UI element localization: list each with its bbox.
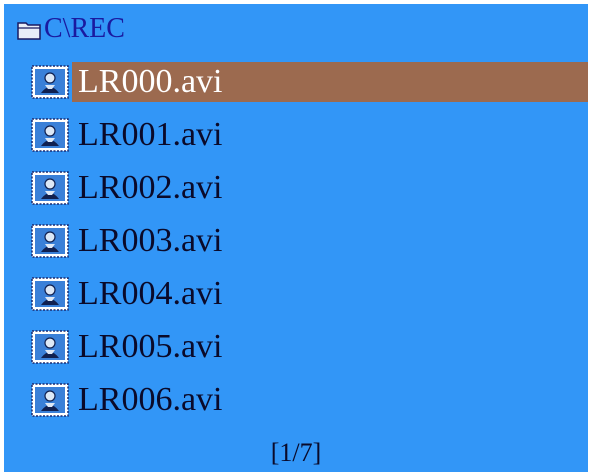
video-file-icon xyxy=(31,171,69,205)
video-file-icon xyxy=(31,383,69,417)
file-name: LR004.avi xyxy=(78,275,223,312)
file-browser-screen: C\REC LR000.avi LR001.avi LR002.avi LR00… xyxy=(4,4,588,472)
file-name: LR003.avi xyxy=(78,222,223,259)
video-file-icon xyxy=(31,277,69,311)
video-file-icon xyxy=(31,224,69,258)
current-path: C\REC xyxy=(44,13,125,44)
page-indicator: [1/7] xyxy=(270,438,322,467)
path-header: C\REC xyxy=(4,4,588,54)
video-file-icon xyxy=(31,330,69,364)
file-row[interactable]: LR000.avi xyxy=(4,60,588,106)
video-file-icon xyxy=(31,118,69,152)
file-name: LR006.avi xyxy=(78,381,223,418)
file-row[interactable]: LR005.avi xyxy=(4,325,588,371)
file-row[interactable]: LR001.avi xyxy=(4,113,588,159)
file-row[interactable]: LR004.avi xyxy=(4,272,588,318)
folder-icon xyxy=(17,22,41,40)
file-row[interactable]: LR002.avi xyxy=(4,166,588,212)
file-name: LR002.avi xyxy=(78,169,223,206)
file-row[interactable]: LR006.avi xyxy=(4,378,588,424)
file-name: LR001.avi xyxy=(78,116,223,153)
file-name: LR005.avi xyxy=(78,328,223,365)
file-name: LR000.avi xyxy=(78,63,223,100)
file-row[interactable]: LR003.avi xyxy=(4,219,588,265)
video-file-icon xyxy=(31,65,69,99)
